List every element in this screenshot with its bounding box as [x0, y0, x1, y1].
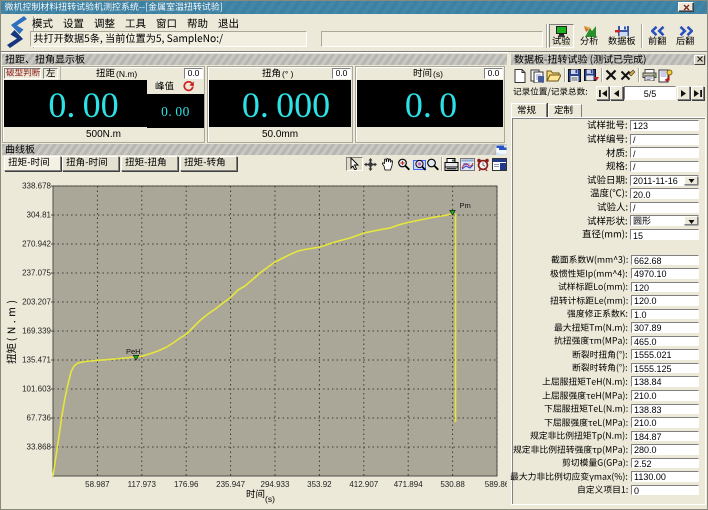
svg-text:270.942: 270.942	[22, 240, 51, 249]
